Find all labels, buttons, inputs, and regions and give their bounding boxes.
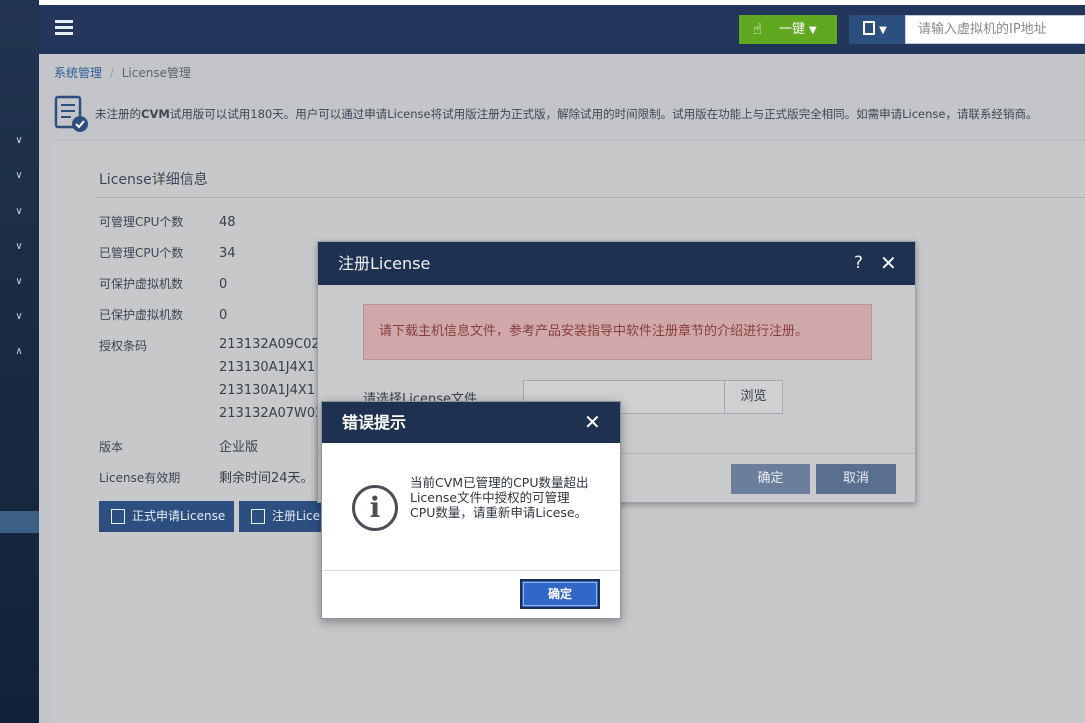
top-header: ☝ 一键 ▼ ▼ 请输入虚拟机的IP地址 xyxy=(39,0,1085,54)
breadcrumb-separator: / xyxy=(109,66,114,80)
kv-key: 版本 xyxy=(99,440,124,454)
kv-key: 授权条码 xyxy=(99,339,148,353)
chevron-down-icon[interactable]: ∨ xyxy=(12,240,26,254)
error-ok-button[interactable]: 确定 xyxy=(520,579,600,609)
apply-license-label: 正式申请License xyxy=(132,509,226,523)
dialog-header: 错误提示 ✕ xyxy=(322,402,620,443)
breadcrumb-current: License管理 xyxy=(121,66,191,80)
kv-license-code: 授权条码 xyxy=(99,337,219,354)
chevron-down-icon[interactable]: ∨ xyxy=(12,310,26,324)
kv-max-cpu: 可管理CPU个数 48 xyxy=(99,213,236,230)
close-icon[interactable]: ✕ xyxy=(584,402,601,443)
notice-prefix: 未注册的 xyxy=(95,107,141,121)
license-code-line: 213130A1J4X1 xyxy=(219,360,316,375)
kv-key: 已管理CPU个数 xyxy=(99,246,184,260)
license-code-line: 213132A09C02 xyxy=(219,337,320,352)
license-code-line: 213132A07W02 xyxy=(219,406,324,421)
notice-product: CVM xyxy=(141,107,170,121)
error-message: 当前CVM已管理的CPU数量超出License文件中授权的可管理CPU数量，请重… xyxy=(410,475,589,520)
notice-text: 未注册的CVM试用版可以试用180天。用户可以通过申请License将试用版注册… xyxy=(95,106,1037,122)
vm-ip-search-input[interactable]: 请输入虚拟机的IP地址 xyxy=(905,15,1085,44)
chevron-down-icon[interactable]: ∨ xyxy=(12,169,26,183)
kv-managed-cpu: 已管理CPU个数 34 xyxy=(99,244,236,261)
info-icon: i xyxy=(352,485,398,531)
help-icon[interactable]: ? xyxy=(854,242,863,285)
kv-value: 48 xyxy=(219,215,236,230)
register-license-button[interactable]: 注册License xyxy=(239,501,329,532)
one-click-button[interactable]: ☝ 一键 ▼ xyxy=(739,15,837,44)
kv-value: 企业版 xyxy=(219,440,259,455)
dialog-title: 错误提示 xyxy=(342,413,407,432)
register-cancel-button[interactable]: 取消 xyxy=(816,464,896,494)
breadcrumb-system-management[interactable]: 系统管理 xyxy=(54,66,102,80)
sidebar-selected-item[interactable] xyxy=(0,511,39,533)
vm-type-dropdown[interactable]: ▼ xyxy=(849,15,905,44)
error-dialog: 错误提示 ✕ i 当前CVM已管理的CPU数量超出License文件中授权的可管… xyxy=(321,401,621,619)
panel-title: License详细信息 xyxy=(99,172,208,188)
notice-rest: 试用版可以试用180天。用户可以通过申请License将试用版注册为正式版，解除… xyxy=(169,107,1038,121)
kv-edition: 版本 企业版 xyxy=(99,436,258,455)
chevron-down-icon[interactable]: ∨ xyxy=(12,134,26,148)
dialog-title: 注册License xyxy=(338,254,431,273)
caret-down-icon: ▼ xyxy=(809,25,817,36)
menu-toggle-icon[interactable] xyxy=(55,20,73,36)
license-notice: 未注册的CVM试用版可以试用180天。用户可以通过申请License将试用版注册… xyxy=(39,88,1085,140)
divider xyxy=(96,197,1085,198)
kv-value: 0 xyxy=(219,277,228,292)
kv-value: 0 xyxy=(219,308,228,323)
chevron-up-icon[interactable]: ∧ xyxy=(12,345,26,359)
browse-button[interactable]: 浏览 xyxy=(724,380,783,414)
kv-key: 可管理CPU个数 xyxy=(99,215,184,229)
kv-key: 已保护虚拟机数 xyxy=(99,308,184,322)
apply-license-button[interactable]: 正式申请License xyxy=(99,501,234,532)
divider xyxy=(322,570,620,571)
caret-down-icon: ▼ xyxy=(879,25,887,36)
vm-icon xyxy=(863,21,875,35)
close-icon[interactable]: ✕ xyxy=(880,242,897,285)
edit-document-icon xyxy=(111,509,125,524)
chevron-down-icon[interactable]: ∨ xyxy=(12,205,26,219)
kv-max-protected-vm: 可保护虚拟机数 0 xyxy=(99,275,227,292)
hand-pointer-icon: ☝ xyxy=(753,20,763,38)
license-document-icon xyxy=(54,95,88,132)
kv-value: 剩余时间24天。 xyxy=(219,471,314,486)
kv-protected-vm: 已保护虚拟机数 0 xyxy=(99,306,227,323)
dialog-header: 注册License ? ✕ xyxy=(318,242,915,285)
kv-validity: License有效期 剩余时间24天。 xyxy=(99,467,314,486)
license-code-line: 213130A1J4X1 xyxy=(219,383,316,398)
kv-value: 34 xyxy=(219,246,236,261)
kv-key: License有效期 xyxy=(99,471,181,485)
edit-icon xyxy=(251,509,265,524)
register-ok-button[interactable]: 确定 xyxy=(731,464,810,494)
one-click-label: 一键 xyxy=(779,22,806,37)
breadcrumb: 系统管理 / License管理 xyxy=(54,64,191,81)
chevron-down-icon[interactable]: ∨ xyxy=(12,275,26,289)
register-alert: 请下载主机信息文件，参考产品安装指导中软件注册章节的介绍进行注册。 xyxy=(363,304,872,360)
left-sidebar: ∨ ∨ ∨ ∨ ∨ ∨ ∧ xyxy=(0,0,39,723)
kv-key: 可保护虚拟机数 xyxy=(99,277,184,291)
